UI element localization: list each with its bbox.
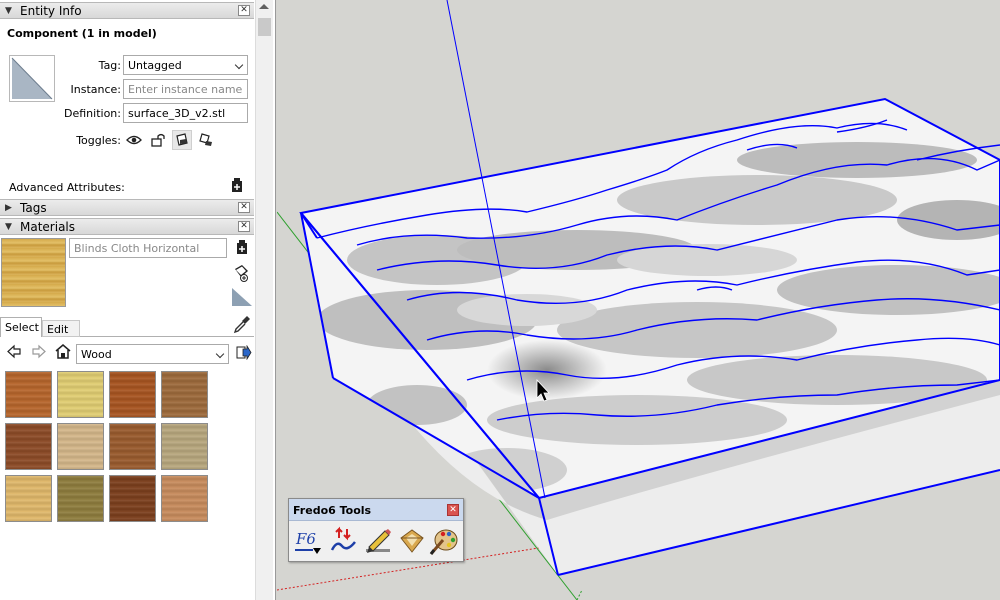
definition-input[interactable]: surface_3D_v2.stl [123, 103, 248, 123]
tag-value: Untagged [128, 59, 182, 72]
material-swatch[interactable] [109, 371, 156, 418]
fredo6-toolbar: Fredo6 Tools ✕ F6 [288, 498, 464, 562]
unlock-icon [151, 133, 165, 147]
fredo6-toolbar-title[interactable]: Fredo6 Tools [289, 499, 463, 521]
paint-palette-icon[interactable] [429, 526, 459, 556]
tab-divider [80, 336, 254, 337]
library-value: Wood [81, 348, 112, 361]
chevron-down-icon [215, 349, 225, 359]
chevron-down-icon [234, 60, 244, 70]
thrupaint-icon[interactable] [397, 526, 427, 556]
collapse-triangle-icon[interactable]: ▼ [5, 222, 12, 232]
material-swatch[interactable] [57, 475, 104, 522]
material-swatch[interactable] [161, 371, 208, 418]
expand-attributes-icon[interactable] [231, 178, 243, 193]
cast-shadows-toggle[interactable] [196, 130, 216, 150]
instance-name-input[interactable]: Enter instance name [123, 79, 248, 99]
entity-info-header[interactable]: ▼ Entity Info ✕ [0, 2, 254, 19]
scroll-up-icon[interactable] [259, 4, 269, 9]
library-dropdown[interactable]: Wood [76, 344, 229, 364]
back-arrow-icon[interactable] [7, 344, 22, 359]
curviloft-icon[interactable] [329, 526, 359, 556]
eyedropper-icon[interactable] [233, 314, 251, 334]
tags-header[interactable]: ▶ Tags ✕ [0, 199, 254, 216]
svg-text:F6: F6 [295, 530, 316, 548]
green-axis-dotted [576, 589, 583, 600]
sample-paint-icon[interactable] [231, 287, 253, 307]
definition-label: Definition: [64, 107, 121, 120]
shadow-cast-icon [199, 133, 212, 146]
materials-title: Materials [20, 220, 76, 234]
receive-shadows-toggle[interactable] [172, 130, 192, 150]
material-swatch[interactable] [161, 475, 208, 522]
visibility-toggle[interactable] [124, 130, 144, 150]
tray-scrollbar[interactable] [255, 0, 273, 600]
toggles-label: Toggles: [76, 134, 121, 147]
component-thumbnail [9, 55, 55, 102]
component-heading: Component (1 in model) [7, 27, 157, 40]
tab-select[interactable]: Select [0, 317, 42, 337]
material-swatch[interactable] [5, 475, 52, 522]
expand-triangle-icon[interactable]: ▶ [5, 203, 12, 213]
default-tray: ▼ Entity Info ✕ Component (1 in model) T… [0, 0, 276, 600]
material-swatch[interactable] [5, 371, 52, 418]
eye-icon [126, 135, 142, 145]
material-swatch[interactable] [109, 423, 156, 470]
close-icon[interactable]: ✕ [238, 202, 250, 213]
instance-label: Instance: [70, 83, 122, 96]
material-preview[interactable] [1, 238, 66, 307]
material-name-field[interactable]: Blinds Cloth Horizontal [69, 238, 227, 258]
tags-title: Tags [20, 201, 47, 215]
forward-arrow-icon[interactable] [31, 344, 46, 359]
advanced-attributes-label: Advanced Attributes: [9, 181, 125, 194]
entity-info-title: Entity Info [20, 4, 82, 18]
fredo6-menu-icon[interactable]: F6 [293, 526, 323, 556]
tab-edit[interactable]: Edit [42, 320, 80, 337]
materials-header[interactable]: ▼ Materials ✕ [0, 218, 254, 235]
tag-dropdown[interactable]: Untagged [123, 55, 248, 75]
material-swatch[interactable] [109, 475, 156, 522]
shadow-receive-icon [176, 133, 188, 146]
tag-label: Tag: [98, 59, 121, 72]
home-icon[interactable] [54, 343, 72, 360]
material-swatch[interactable] [161, 423, 208, 470]
collapse-triangle-icon[interactable]: ▼ [5, 6, 12, 16]
create-material-icon[interactable] [236, 240, 248, 255]
scroll-thumb[interactable] [258, 18, 271, 36]
close-icon[interactable]: ✕ [238, 5, 250, 16]
pencil-icon[interactable] [363, 526, 393, 556]
paint-bucket-icon[interactable] [232, 263, 252, 283]
close-icon[interactable]: ✕ [238, 221, 250, 232]
material-swatch[interactable] [57, 423, 104, 470]
lock-toggle[interactable] [148, 130, 168, 150]
details-arrow-icon[interactable] [236, 345, 252, 360]
material-swatch[interactable] [5, 423, 52, 470]
close-icon[interactable]: ✕ [447, 504, 459, 516]
material-swatch[interactable] [57, 371, 104, 418]
